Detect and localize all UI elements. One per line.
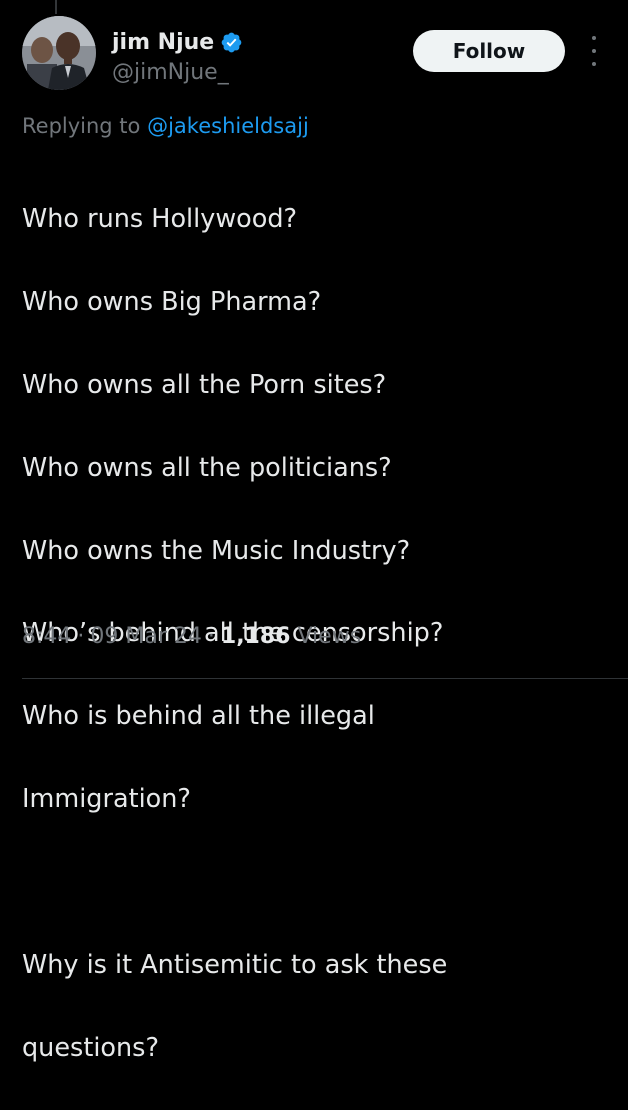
tweet-line: questions?: [22, 1032, 159, 1063]
tweet-line: Who owns all the Porn sites?: [22, 370, 387, 401]
author-handle[interactable]: @jimNjue_: [112, 60, 229, 85]
tweet-line: Who owns all the politicians?: [22, 452, 392, 483]
tweet-line: Immigration?: [22, 784, 191, 815]
meta-separator: ·: [207, 624, 215, 649]
tweet-time[interactable]: 8:44: [22, 624, 71, 649]
avatar[interactable]: [22, 16, 96, 90]
tweet-line: Who is behind all the illegal: [22, 701, 375, 732]
replying-to-line: Replying to @jakeshieldsajj: [22, 114, 309, 138]
meta-separator: ·: [77, 624, 85, 649]
more-dot: [592, 36, 596, 40]
tweet-metadata: 8:44 · 09 Mar 24 · 1,186 Views: [22, 624, 361, 649]
views-count[interactable]: 1,186: [221, 624, 291, 649]
verified-badge-icon: [220, 31, 243, 54]
thread-connector-line: [55, 0, 57, 14]
more-options-icon[interactable]: [586, 36, 602, 66]
avatar-image: [22, 16, 96, 90]
tweet-line: Who owns Big Pharma?: [22, 287, 322, 318]
tweet-date[interactable]: 09 Mar 24: [90, 624, 201, 649]
replying-to-mention[interactable]: @jakeshieldsajj: [147, 114, 309, 138]
author-name-row[interactable]: jim Njue: [112, 26, 243, 58]
author-display-name[interactable]: jim Njue: [112, 30, 214, 55]
divider: [22, 678, 628, 679]
replying-to-prefix: Replying to: [22, 114, 141, 138]
more-dot: [592, 62, 596, 66]
more-dot: [592, 49, 596, 53]
tweet-line: Who owns the Music Industry?: [22, 535, 411, 566]
follow-button[interactable]: Follow: [413, 30, 565, 72]
tweet-line: Why is it Antisemitic to ask these: [22, 949, 448, 980]
tweet-line: Who runs Hollywood?: [22, 204, 298, 235]
views-label[interactable]: Views: [297, 624, 361, 649]
